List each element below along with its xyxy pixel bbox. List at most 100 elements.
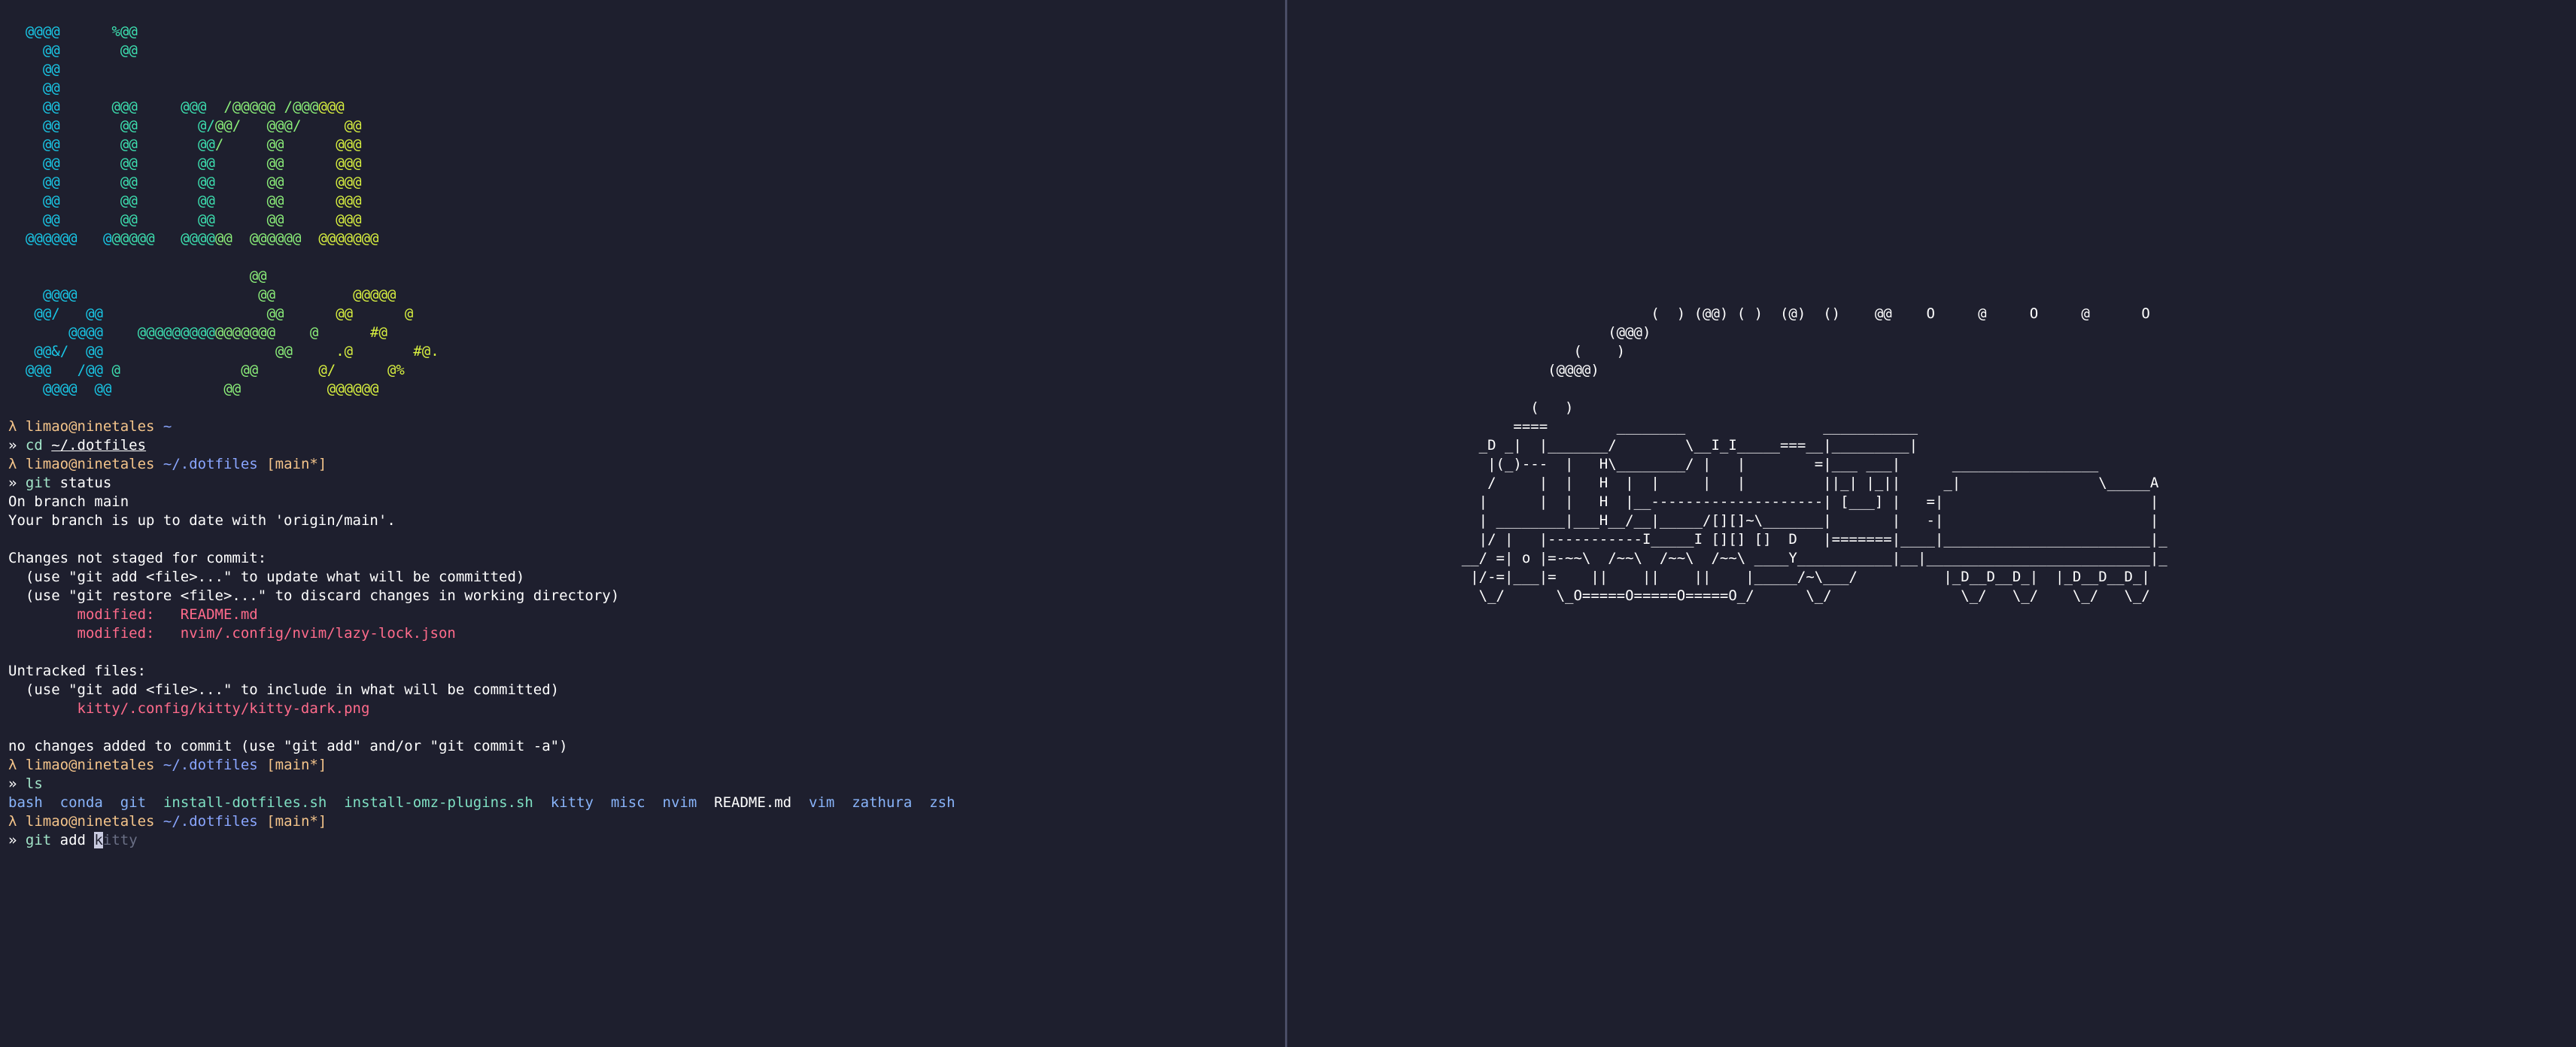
logo-row: @@@@@@ @@@@@@ @@@@@@ @@@@@@ @@@@@@@ — [25, 230, 379, 247]
ls-entry: nvim — [662, 794, 697, 811]
command-prefix: » — [8, 775, 26, 792]
prompt-path: ~/.dotfiles — [163, 757, 258, 773]
modified-file-line: kitty/.config/kitty/kitty-dark.png — [8, 700, 955, 718]
ls-entry: install-dotfiles.sh — [163, 794, 327, 811]
logo-row: @@@ /@@ @ @@ @/ @% — [25, 362, 405, 378]
prompt-user: λ limao@ninetales — [8, 418, 163, 435]
ls-entry: bash — [8, 794, 43, 811]
output-line: Changes not staged for commit: — [8, 549, 955, 568]
output-text: (use "git add <file>..." to include in w… — [8, 681, 560, 698]
train-row: | ________|___H__/__|_____/[][]~\_______… — [1427, 512, 2159, 529]
logo-row: @@ — [249, 268, 267, 284]
logo-row: @@ @@ @/@@/ @@@/ @@ — [42, 117, 362, 134]
terminal-window: @@@@ %@@ @@ @@ @@ @@ @@ @@@ @@@ /@@@@@ /… — [0, 0, 2576, 1047]
prompt-user: λ limao@ninetales — [8, 757, 163, 773]
git-branch-badge: [main*] — [257, 813, 327, 830]
output-line: Your branch is up to date with 'origin/m… — [8, 511, 955, 530]
prompt-line: λ limao@ninetales ~/.dotfiles [main*] — [8, 756, 955, 775]
ls-entry: conda — [59, 794, 103, 811]
train-row: (@@@@) — [1427, 362, 1599, 378]
git-branch-badge: [main*] — [257, 757, 327, 773]
logo-row: @@@@ @@ @@@@@ — [42, 287, 396, 303]
command-name: git — [25, 475, 52, 491]
command-name: ls — [25, 775, 43, 792]
shell-output[interactable]: λ limao@ninetales ~» cd ~/.dotfiles λ lim… — [8, 417, 955, 850]
output-text: Your branch is up to date with 'origin/m… — [8, 512, 396, 529]
logo-row: @@ — [42, 80, 60, 96]
modified-file-line: modified: nvim/.config/nvim/lazy-lock.js… — [8, 624, 955, 643]
modified-file-line: modified: README.md — [8, 605, 955, 624]
output-line: (use "git restore <file>..." to discard … — [8, 587, 955, 605]
command-line: » ls — [8, 775, 955, 794]
command-prefix: » — [8, 832, 26, 848]
train-row: \_/ \_O=====O=====O=====O_/ \_/ \_/ \_/ … — [1427, 587, 2150, 604]
ls-entry: git — [120, 794, 147, 811]
train-row: ==== ________ ___________ — [1427, 418, 1918, 435]
output-text: On branch main — [8, 493, 129, 510]
train-row: (@@@) — [1427, 324, 1651, 341]
prompt-path: ~/.dotfiles — [163, 456, 258, 472]
train-row: ( ) (@@) ( ) (@) () @@ O @ O @ O — [1427, 305, 2150, 322]
file-status: modified: README.md — [8, 606, 258, 623]
train-row: |(_)--- | H\________/ | | =|___ ___| ___… — [1427, 456, 2099, 472]
prompt-path: ~/.dotfiles — [163, 813, 258, 830]
prompt-line: λ limao@ninetales ~ — [8, 417, 955, 436]
output-line — [8, 530, 955, 549]
left-pane[interactable]: @@@@ %@@ @@ @@ @@ @@ @@ @@@ @@@ /@@@@@ /… — [0, 0, 1285, 1047]
output-line: no changes added to commit (use "git add… — [8, 737, 955, 756]
input-line[interactable]: » git add kitty — [8, 831, 955, 850]
prompt-user: λ limao@ninetales — [8, 456, 163, 472]
command-prefix: » — [8, 437, 26, 454]
logo-row: @@&/ @@ @@ .@ #@. — [34, 343, 439, 360]
ls-entry: zsh — [929, 794, 955, 811]
logo-row: @@@@ %@@ — [25, 23, 138, 40]
logo-row: @@ @@ — [42, 42, 138, 59]
logo-row: @@@@ @@@@@@@@@@@@@@@@ @ #@ — [68, 324, 387, 341]
ascii-train: ( ) (@@) ( ) (@) () @@ O @ O @ O (@@@) (… — [1427, 305, 2167, 605]
logo-row: @@ @@@ @@@ /@@@@@ /@@@@@@ — [42, 99, 345, 115]
git-branch-badge: [main*] — [257, 456, 327, 472]
train-row — [1427, 380, 2167, 399]
output-line — [8, 718, 955, 737]
train-row: ( ) — [1427, 343, 1626, 360]
ls-entry: vim — [809, 794, 835, 811]
ls-entry: misc — [610, 794, 646, 811]
ls-entry: install-omz-plugins.sh — [344, 794, 533, 811]
ls-entry: zathura — [852, 794, 913, 811]
train-row: ( ) — [1427, 399, 1574, 416]
command-name: git — [25, 832, 52, 848]
output-line: On branch main — [8, 493, 955, 511]
output-text: Untracked files: — [8, 663, 147, 679]
logo-row: @@ @@ @@ @@ @@@ — [42, 193, 362, 209]
command-arg: status — [59, 475, 112, 491]
command-line: » git status — [8, 474, 955, 493]
file-status: modified: nvim/.config/nvim/lazy-lock.js… — [8, 625, 456, 642]
autosuggestion: itty — [102, 832, 138, 848]
output-line — [8, 643, 955, 662]
right-pane[interactable]: ( ) (@@) ( ) (@) () @@ O @ O @ O (@@@) (… — [1287, 0, 2576, 1047]
train-row: |/-=|___|= || || || |_____/~\___/ |_D__D… — [1427, 569, 2150, 585]
train-row: / | | H | | | | ||_| |_|| _| \_____A — [1427, 475, 2159, 491]
logo-row: @@/ @@ @@ @@ @ — [34, 305, 414, 322]
output-text: (use "git add <file>..." to update what … — [8, 569, 525, 585]
logo-row: @@ @@ @@ @@ @@@ — [42, 155, 362, 171]
train-row: |/ | |-----------I_____I [][] [] D |====… — [1427, 531, 2167, 548]
output-line: (use "git add <file>..." to include in w… — [8, 681, 955, 700]
prompt-path: ~ — [163, 418, 172, 435]
ls-entry: README.md — [714, 794, 792, 811]
command-prefix: » — [8, 475, 26, 491]
